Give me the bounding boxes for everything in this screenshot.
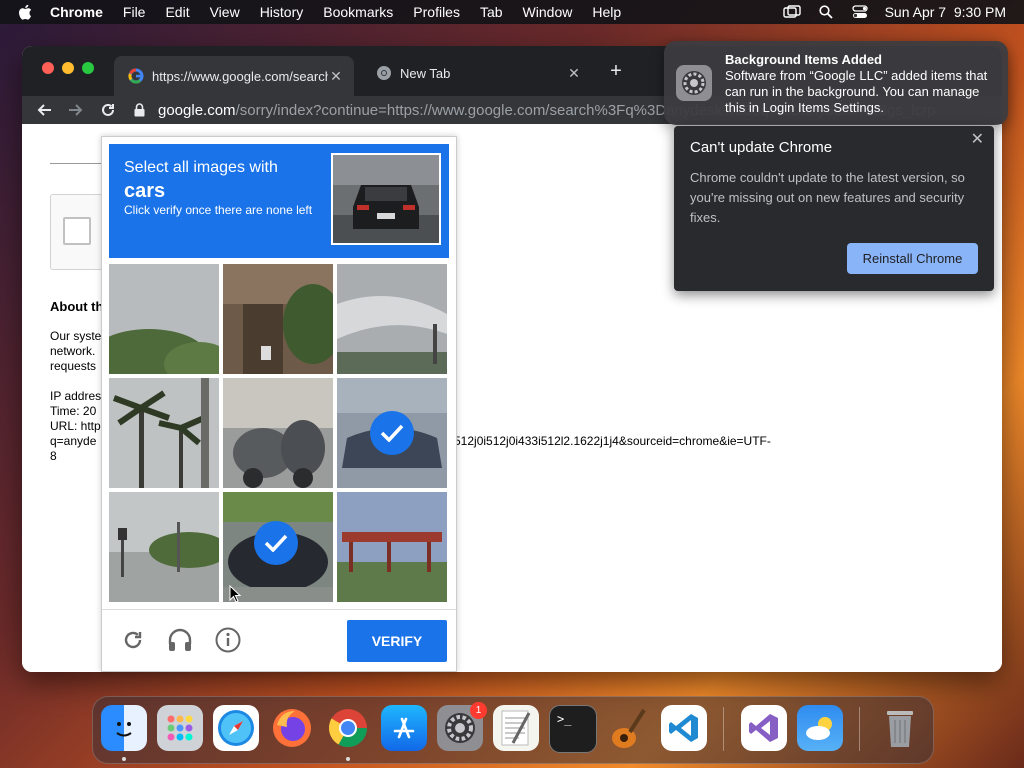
running-indicator [122, 757, 126, 761]
dock-separator [859, 707, 860, 751]
terminal-prompt: >_ [557, 712, 572, 726]
chrome-update-dialog: Can't update Chrome ✕ Chrome couldn't up… [674, 126, 994, 291]
app-store-icon[interactable] [381, 705, 427, 751]
vscode-icon[interactable] [661, 705, 707, 751]
tab-close-icon[interactable]: ✕ [328, 68, 344, 85]
menu-view[interactable]: View [210, 4, 240, 20]
tab-title: New Tab [400, 65, 451, 81]
captcha-tile[interactable] [109, 492, 219, 602]
captcha-tile[interactable] [337, 492, 447, 602]
menu-history[interactable]: History [260, 4, 304, 20]
captcha-tile[interactable] [109, 378, 219, 488]
url-domain: google.com [158, 101, 236, 119]
dock: >_ [92, 696, 934, 764]
menu-profiles[interactable]: Profiles [413, 4, 460, 20]
new-tab-plus-icon[interactable]: + [606, 60, 626, 83]
selected-check-icon [254, 521, 298, 565]
challenge-header: Select all images with cars Click verify… [109, 144, 449, 258]
lock-icon[interactable] [134, 103, 148, 117]
notification-title: Background Items Added [725, 52, 882, 67]
window-minimize-button[interactable] [62, 62, 74, 74]
audio-challenge-headphones-icon[interactable] [166, 626, 194, 654]
body-text: Our syste [50, 329, 102, 343]
menu-bookmarks[interactable]: Bookmarks [323, 4, 393, 20]
verify-button[interactable]: VERIFY [347, 620, 447, 662]
launchpad-icon[interactable] [157, 705, 203, 751]
challenge-footer: VERIFY [102, 609, 456, 672]
tab-google-search[interactable]: https://www.google.com/search?q=any ✕ [114, 56, 354, 96]
menubar-clock[interactable]: Sun Apr 7 9:30 PM [885, 4, 1006, 20]
body-text: IP addres [50, 389, 102, 403]
window-close-button[interactable] [42, 62, 54, 74]
garageband-icon[interactable] [605, 705, 651, 751]
chrome-icon[interactable] [325, 705, 371, 751]
google-favicon-icon [128, 68, 144, 84]
body-text: Time: 20 [50, 404, 97, 418]
system-settings-gear-icon [676, 65, 712, 101]
notification-body: Software from “Google LLC” added items t… [725, 68, 988, 115]
terminal-icon[interactable]: >_ [549, 705, 597, 753]
body-text: q=anyde [50, 434, 97, 448]
spotlight-search-icon[interactable] [817, 4, 835, 20]
reload-challenge-icon[interactable] [119, 626, 147, 654]
selected-check-icon [370, 411, 414, 455]
menu-file[interactable]: File [123, 4, 146, 20]
screen-mirroring-icon[interactable] [782, 4, 801, 20]
dock-separator [723, 707, 724, 751]
captcha-tile[interactable] [337, 264, 447, 374]
body-text: requests [50, 359, 97, 373]
captcha-tile-selected[interactable] [337, 378, 447, 488]
back-arrow-icon[interactable] [32, 98, 56, 122]
tab-close-icon[interactable]: ✕ [566, 65, 582, 82]
finder-icon[interactable] [101, 705, 147, 751]
captcha-tile[interactable] [223, 264, 333, 374]
visual-studio-icon[interactable] [741, 705, 787, 751]
menu-window[interactable]: Window [523, 4, 573, 20]
captcha-tile[interactable] [109, 264, 219, 374]
firefox-icon[interactable] [269, 705, 315, 751]
menu-tab[interactable]: Tab [480, 4, 503, 20]
info-icon[interactable] [214, 626, 242, 654]
recaptcha-challenge: Select all images with cars Click verify… [101, 136, 457, 672]
window-zoom-button[interactable] [82, 62, 94, 74]
forward-arrow-icon[interactable] [64, 98, 88, 122]
challenge-instruction: Select all images with [124, 159, 278, 176]
menu-bar: Chrome File Edit View History Bookmarks … [0, 0, 1024, 24]
running-indicator [346, 757, 350, 761]
about-heading: About th [50, 299, 104, 314]
tab-title: https://www.google.com/search?q=any [152, 68, 328, 84]
challenge-target: cars [124, 180, 166, 202]
body-text: URL: http [50, 419, 101, 433]
body-text: network. [50, 344, 96, 358]
chrome-favicon-icon [376, 65, 392, 81]
apple-menu-icon[interactable] [18, 4, 36, 21]
control-center-icon[interactable] [851, 4, 869, 20]
body-text: 8 [50, 449, 57, 463]
textedit-icon[interactable] [493, 705, 539, 751]
dialog-title: Can't update Chrome [690, 139, 833, 156]
example-car-image [331, 153, 441, 245]
reload-icon[interactable] [96, 98, 120, 122]
dialog-body: Chrome couldn't update to the latest ver… [690, 170, 965, 225]
captcha-tile[interactable] [223, 378, 333, 488]
menu-edit[interactable]: Edit [165, 4, 189, 20]
challenge-hint: Click verify once there are none left [124, 203, 313, 217]
menu-app-name[interactable]: Chrome [50, 4, 103, 20]
notification-badge: 1 [470, 702, 487, 719]
reinstall-chrome-button[interactable]: Reinstall Chrome [847, 243, 978, 274]
trash-icon[interactable] [877, 705, 923, 751]
dialog-close-icon[interactable]: ✕ [971, 129, 984, 149]
weather-icon[interactable] [797, 705, 843, 751]
recaptcha-checkbox[interactable] [63, 217, 91, 245]
menu-help[interactable]: Help [592, 4, 621, 20]
tab-new-tab[interactable]: New Tab ✕ [362, 56, 592, 90]
image-grid [109, 264, 449, 604]
safari-icon[interactable] [213, 705, 259, 751]
url-tail-text: 512j0i512j0i433i512l2.1622j1j4&sourceid=… [454, 434, 771, 448]
mouse-cursor-icon [229, 584, 242, 608]
background-items-notification[interactable]: Background Items Added Software from “Go… [664, 41, 1008, 125]
recaptcha-widget [50, 194, 104, 270]
